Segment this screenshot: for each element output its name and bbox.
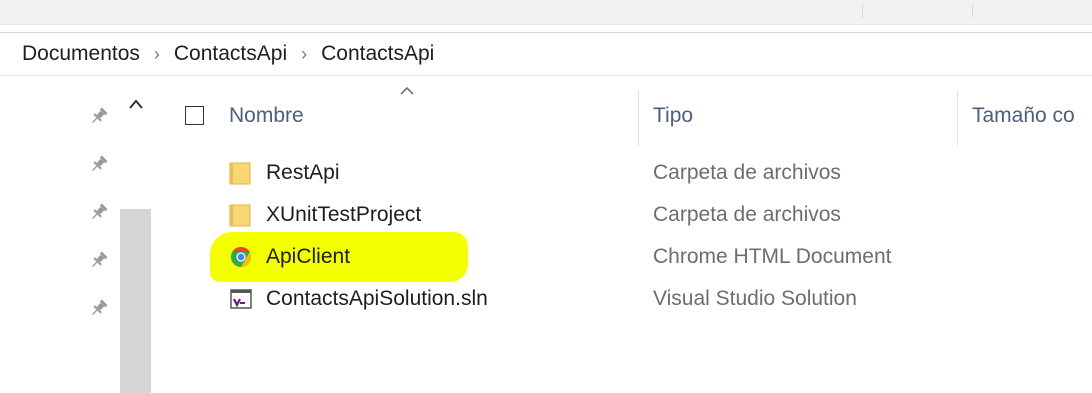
file-type: Carpeta de archivos xyxy=(653,161,841,184)
file-type: Carpeta de archivos xyxy=(653,203,841,226)
column-divider[interactable] xyxy=(957,90,958,146)
chrome-icon xyxy=(228,244,254,270)
folder-icon xyxy=(228,160,254,186)
toolbar-strip xyxy=(0,0,1092,25)
breadcrumb: Documentos › ContactsApi › ContactsApi xyxy=(0,32,1092,76)
pin-icon[interactable] xyxy=(88,297,110,319)
file-row-apiclient[interactable]: ApiClient Chrome HTML Document xyxy=(175,237,1092,277)
breadcrumb-item-contactsapi-current[interactable]: ContactsApi xyxy=(321,42,434,66)
file-row-restapi[interactable]: RestApi Carpeta de archivos xyxy=(175,153,1092,193)
file-name: RestApi xyxy=(266,161,340,184)
breadcrumb-separator: › xyxy=(301,43,308,64)
breadcrumb-item-documentos[interactable]: Documentos xyxy=(22,42,140,66)
visual-studio-solution-icon xyxy=(228,286,254,312)
column-header-name[interactable]: Nombre xyxy=(229,104,304,128)
file-row-xunittestproject[interactable]: XUnitTestProject Carpeta de archivos xyxy=(175,195,1092,235)
toolbar-divider xyxy=(862,4,863,18)
select-all-checkbox[interactable] xyxy=(185,106,204,125)
pin-icon[interactable] xyxy=(88,105,110,127)
folder-icon xyxy=(228,202,254,228)
file-name: ContactsApiSolution.sln xyxy=(266,287,488,310)
pin-icon[interactable] xyxy=(88,249,110,271)
breadcrumb-item-contactsapi[interactable]: ContactsApi xyxy=(174,42,287,66)
file-name: ApiClient xyxy=(266,245,351,268)
file-type: Chrome HTML Document xyxy=(653,245,892,268)
file-name: XUnitTestProject xyxy=(266,203,422,226)
breadcrumb-separator: › xyxy=(153,43,160,64)
pin-icon[interactable] xyxy=(88,153,110,175)
navigation-scrollbar[interactable] xyxy=(120,209,151,393)
column-header-type[interactable]: Tipo xyxy=(653,104,693,128)
column-header-size[interactable]: Tamaño co xyxy=(972,104,1075,128)
file-type: Visual Studio Solution xyxy=(653,287,857,310)
toolbar-divider xyxy=(972,4,973,18)
pin-icon[interactable] xyxy=(88,201,110,223)
sort-ascending-icon xyxy=(400,86,414,95)
column-divider[interactable] xyxy=(638,90,639,146)
file-row-contactsapisolution[interactable]: ContactsApiSolution.sln Visual Studio So… xyxy=(175,279,1092,319)
scroll-up-arrow-icon[interactable] xyxy=(124,92,148,116)
column-header-row: Nombre Tipo Tamaño co xyxy=(175,84,1092,150)
